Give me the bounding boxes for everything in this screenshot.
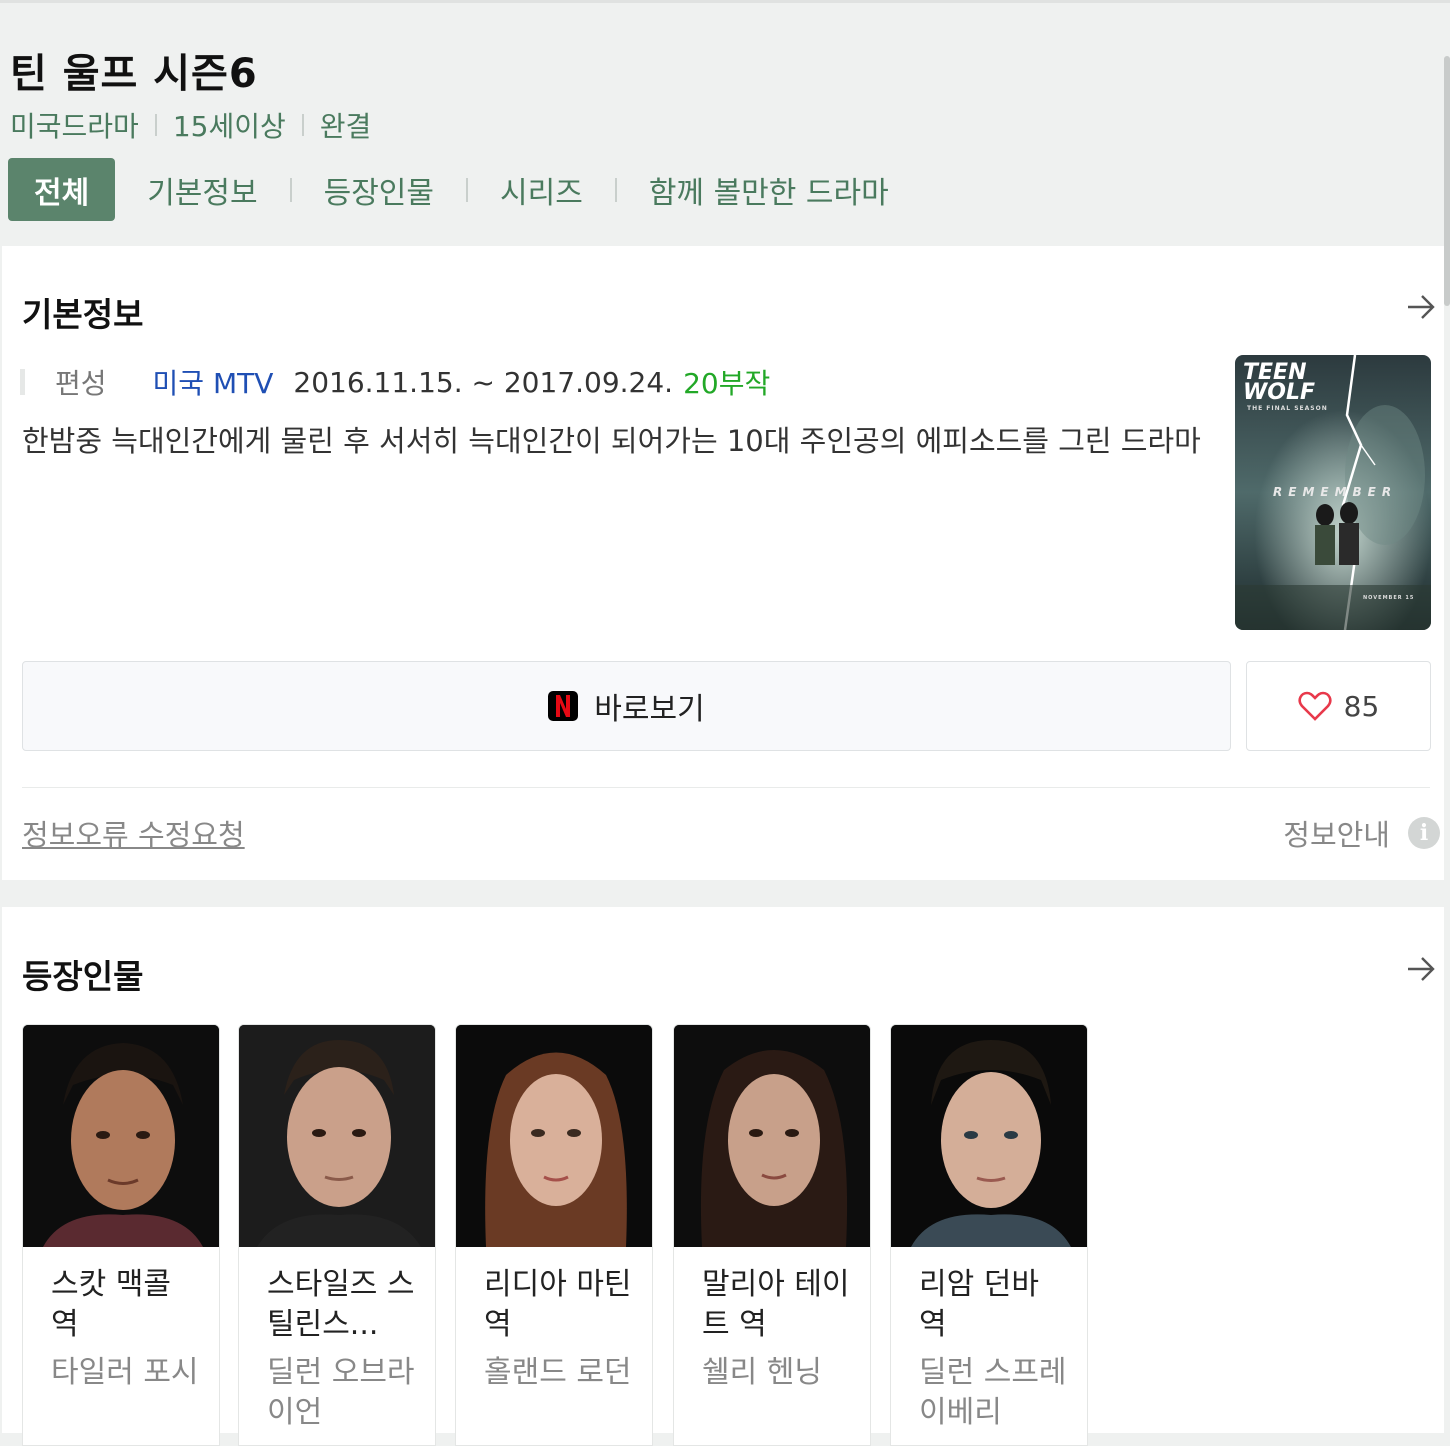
info-icon: i: [1408, 817, 1440, 849]
meta-info: 미국드라마 15세이상 완결: [10, 105, 371, 145]
meta-status: 완결: [319, 110, 372, 143]
like-count: 85: [1343, 689, 1380, 723]
meta-divider: [301, 114, 304, 136]
cast-item[interactable]: 리디아 마틴 역 홀랜드 로던: [455, 1024, 653, 1446]
network-link[interactable]: 미국 MTV: [153, 362, 274, 402]
cast-actor: 딜런 오브라이언: [267, 1355, 415, 1430]
cast-actor: 타일러 포시: [51, 1355, 199, 1390]
tab-basic-info[interactable]: 기본정보: [115, 168, 289, 212]
cast-actor: 쉘리 헨닝: [702, 1355, 822, 1390]
cast-photo: [674, 1025, 870, 1247]
poster-date: NOVEMBER 15: [1363, 595, 1415, 601]
cast-item[interactable]: 리암 던바 역 딜런 스프레이베리: [890, 1024, 1088, 1446]
section-divider: [22, 787, 1430, 788]
tab-all[interactable]: 전체: [8, 158, 116, 221]
watch-now-button[interactable]: 바로보기: [22, 661, 1231, 751]
heart-icon: [1298, 691, 1332, 721]
cast-role: 스캇 맥콜 역: [51, 1267, 171, 1342]
like-button[interactable]: 85: [1246, 661, 1431, 751]
cast-photo: [23, 1025, 219, 1247]
cast-role: 리디아 마틴 역: [484, 1267, 632, 1342]
poster-image[interactable]: TEEN WOLF THE FINAL SEASON REMEMBER NOVE…: [1235, 355, 1431, 630]
broadcast-label: 편성: [55, 367, 107, 400]
broadcast-info: 편성 미국 MTV 2016.11.15. ~ 2017.09.24. 20부작: [20, 362, 770, 402]
meta-genre: 미국드라마: [10, 110, 139, 143]
arrow-right-icon[interactable]: [1406, 954, 1436, 984]
info-guide[interactable]: 정보안내 i: [1283, 812, 1440, 854]
poster-logo: TEEN WOLF: [1243, 360, 1316, 405]
cast-actor: 홀랜드 로던: [484, 1355, 632, 1390]
page-header: 틴 울프 시즌6 미국드라마 15세이상 완결 전체 기본정보 등장인물 시리즈…: [0, 0, 1450, 249]
info-guide-label: 정보안내: [1283, 818, 1390, 852]
tab-cast[interactable]: 등장인물: [292, 168, 466, 212]
info-fix-request-link[interactable]: 정보오류 수정요청: [22, 812, 245, 854]
basic-info-title: 기본정보: [22, 295, 144, 334]
watch-now-label: 바로보기: [594, 692, 705, 727]
basic-info-card: [2, 246, 1444, 880]
page-title: 틴 울프 시즌6: [10, 51, 258, 97]
poster-word: REMEMBER: [1273, 485, 1398, 499]
cast-role: 리암 던바 역: [919, 1267, 1039, 1342]
arrow-right-icon[interactable]: [1406, 292, 1436, 322]
cast-role: 스타일즈 스틸린스...: [267, 1267, 415, 1342]
air-dates: 2016.11.15. ~ 2017.09.24.: [293, 365, 674, 399]
tab-bar: 전체 기본정보 등장인물 시리즈 함께 볼만한 드라마: [8, 158, 921, 221]
cast-title: 등장인물: [22, 957, 144, 996]
cast-photo: [891, 1025, 1087, 1247]
scrollbar[interactable]: [1444, 56, 1450, 306]
tab-series[interactable]: 시리즈: [468, 168, 615, 212]
cast-item[interactable]: 스캇 맥콜 역 타일러 포시: [22, 1024, 220, 1446]
cast-role: 말리아 테이트 역: [702, 1267, 850, 1342]
episode-count[interactable]: 20부작: [683, 362, 770, 402]
netflix-icon: [548, 691, 579, 721]
tab-similar-dramas[interactable]: 함께 볼만한 드라마: [617, 168, 921, 212]
cast-item[interactable]: 말리아 테이트 역 쉘리 헨닝: [673, 1024, 871, 1446]
synopsis: 한밤중 늑대인간에게 물린 후 서서히 늑대인간이 되어가는 10대 주인공의 …: [22, 424, 1201, 458]
label-bar: [20, 369, 25, 395]
meta-divider: [154, 114, 157, 136]
meta-rating: 15세이상: [172, 110, 286, 143]
cast-photo: [239, 1025, 435, 1247]
cast-actor: 딜런 스프레이베리: [919, 1355, 1067, 1430]
cast-photo: [456, 1025, 652, 1247]
cast-item[interactable]: 스타일즈 스틸린스... 딜런 오브라이언: [238, 1024, 436, 1446]
poster-tagline: THE FINAL SEASON: [1247, 405, 1328, 412]
